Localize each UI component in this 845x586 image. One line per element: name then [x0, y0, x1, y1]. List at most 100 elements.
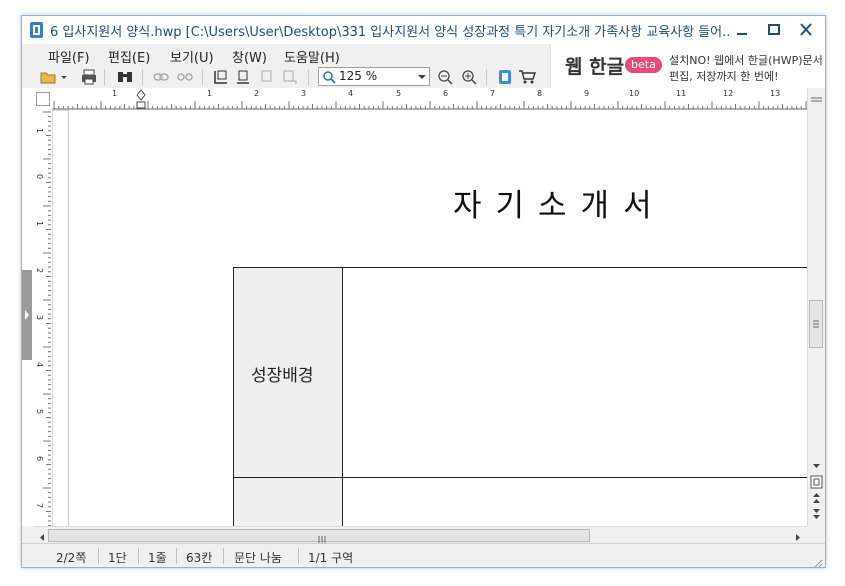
horizontal-scroll-thumb[interactable]	[48, 529, 590, 544]
maximize-button[interactable]	[760, 19, 788, 41]
status-separator	[176, 548, 177, 564]
hruler-num: 1	[112, 89, 118, 98]
toolbar-separator	[142, 69, 143, 85]
status-separator	[223, 548, 224, 564]
vruler-num: 6	[35, 455, 45, 462]
table-cell-label[interactable]: 성장배경	[233, 267, 343, 478]
vruler-num: 3	[35, 314, 45, 321]
hruler-num: 9	[584, 89, 590, 98]
web-hangul-ad-banner[interactable]: 웹 한글 beta 설치NO! 웹에서 한글(HWP)문서 열 편집, 저장까지…	[550, 44, 826, 88]
menu-help[interactable]: 도움말(H)	[284, 47, 340, 66]
zoom-in-icon[interactable]	[460, 68, 478, 86]
next-page-icon[interactable]	[809, 506, 824, 520]
ad-line-1: 설치NO! 웹에서 한글(HWP)문서 열	[669, 54, 826, 67]
vruler-num: 1	[35, 220, 45, 227]
vertical-scrollbar[interactable]	[807, 88, 825, 526]
prev-page-icon[interactable]	[809, 490, 824, 504]
vruler-num: 0	[35, 173, 45, 180]
hruler-num: 3	[301, 89, 307, 98]
side-panel-toggle[interactable]	[22, 270, 32, 360]
status-separator	[298, 548, 299, 564]
page-view-icon[interactable]	[809, 474, 824, 489]
insert-row-icon[interactable]	[212, 68, 230, 86]
vruler-num: 7	[35, 502, 45, 509]
menu-view[interactable]: 보기(U)	[170, 47, 214, 66]
hruler-num: 7	[490, 89, 496, 98]
vertical-ruler[interactable]: 1 0 1 2 3 4 5 6 7	[34, 110, 53, 527]
scroll-right-icon[interactable]	[792, 529, 804, 542]
editor-area[interactable]: 1 1 2 3 4 5 6 7 8 9 10 11 12 13 1 0 1 2 …	[22, 88, 825, 557]
link-icon[interactable]	[152, 68, 170, 86]
hruler-num: 1	[207, 89, 213, 98]
indent-marker-icon	[136, 89, 146, 101]
horizontal-ruler[interactable]: 1 1 2 3 4 5 6 7 8 9 10 11 12 13	[52, 88, 807, 111]
hwp-app-icon	[29, 21, 45, 39]
horizontal-scrollbar[interactable]	[34, 526, 807, 544]
insert-column-icon[interactable]	[234, 68, 252, 86]
delete-row-icon[interactable]	[258, 68, 276, 86]
toolbar-separator	[308, 69, 309, 85]
toolbar-separator	[104, 69, 105, 85]
ad-beta-badge: beta	[625, 57, 662, 73]
status-line: 1줄	[148, 551, 167, 565]
toolbar-separator	[202, 69, 203, 85]
table-cell-content[interactable]	[342, 267, 825, 478]
title-bar: 6 입사지원서 양식.hwp [C:\Users\User\Desktop\33…	[22, 16, 825, 44]
unlink-icon[interactable]	[176, 68, 194, 86]
status-bar: 2/2쪽 1단 1줄 63칸 문단 나눔 1/1 구역	[22, 543, 825, 567]
open-folder-icon[interactable]	[40, 68, 58, 86]
menu-file[interactable]: 파일(F)	[48, 47, 90, 66]
status-separator	[98, 548, 99, 564]
window-title: 6 입사지원서 양식.hwp [C:\Users\User\Desktop\33…	[50, 25, 730, 39]
magnifier-icon	[323, 71, 336, 84]
status-column: 1단	[108, 551, 127, 565]
ad-line-2: 편집, 저장까지 한 번에!	[669, 70, 779, 83]
print-icon[interactable]	[80, 68, 98, 86]
status-char: 63칸	[186, 551, 213, 565]
growth-background-label: 성장배경	[251, 366, 314, 386]
document-title: 자기소개서	[453, 188, 666, 224]
resize-grip-icon[interactable]	[811, 554, 823, 567]
document-page[interactable]: 자기소개서 성장배경	[68, 110, 825, 557]
hruler-num: 12	[723, 89, 734, 98]
hruler-num: 8	[537, 89, 543, 98]
zoom-out-icon[interactable]	[436, 68, 454, 86]
hwp-window: 6 입사지원서 양식.hwp [C:\Users\User\Desktop\33…	[21, 15, 826, 568]
hruler-num: 11	[676, 89, 687, 98]
ruler-corner-tab[interactable]	[36, 92, 50, 106]
status-section: 1/1 구역	[308, 551, 354, 565]
scroll-down-icon[interactable]	[809, 458, 824, 472]
scroll-left-icon[interactable]	[36, 529, 48, 542]
vruler-num: 2	[35, 267, 45, 274]
hruler-num: 10	[629, 89, 640, 98]
ad-title: 웹 한글	[565, 56, 625, 78]
hancom-book-icon[interactable]	[496, 68, 514, 86]
open-dropdown-arrow-icon[interactable]	[60, 68, 68, 86]
hruler-num: 5	[396, 89, 402, 98]
menu-edit[interactable]: 편집(E)	[108, 47, 150, 66]
vertical-scroll-thumb[interactable]	[809, 300, 823, 348]
hruler-num: 4	[348, 89, 354, 98]
minimize-button[interactable]	[728, 19, 756, 41]
zoom-value: 125 %	[339, 69, 378, 83]
status-separator	[138, 548, 139, 564]
zoom-dropdown-icon[interactable]	[418, 73, 426, 81]
find-binoculars-icon[interactable]	[116, 68, 134, 86]
status-page: 2/2쪽	[56, 551, 87, 565]
zoom-select[interactable]: 125 %	[318, 67, 430, 86]
toolbar-separator	[486, 69, 487, 85]
close-button[interactable]	[792, 19, 820, 41]
status-mode[interactable]: 문단 나눔	[234, 549, 282, 566]
toolbar: 125 %	[22, 66, 550, 88]
hruler-num: 2	[254, 89, 260, 98]
vruler-num: 4	[35, 361, 45, 368]
menu-bar: 파일(F) 편집(E) 보기(U) 창(W) 도움말(H)	[22, 44, 550, 66]
split-view-icon[interactable]	[809, 90, 824, 102]
menu-window[interactable]: 창(W)	[232, 47, 267, 66]
shopping-cart-icon[interactable]	[518, 68, 536, 86]
hruler-num: 6	[443, 89, 449, 98]
vruler-num: 5	[35, 408, 45, 415]
delete-column-icon[interactable]	[280, 68, 298, 86]
hruler-num: 13	[770, 89, 781, 98]
vruler-num: 1	[35, 127, 45, 134]
